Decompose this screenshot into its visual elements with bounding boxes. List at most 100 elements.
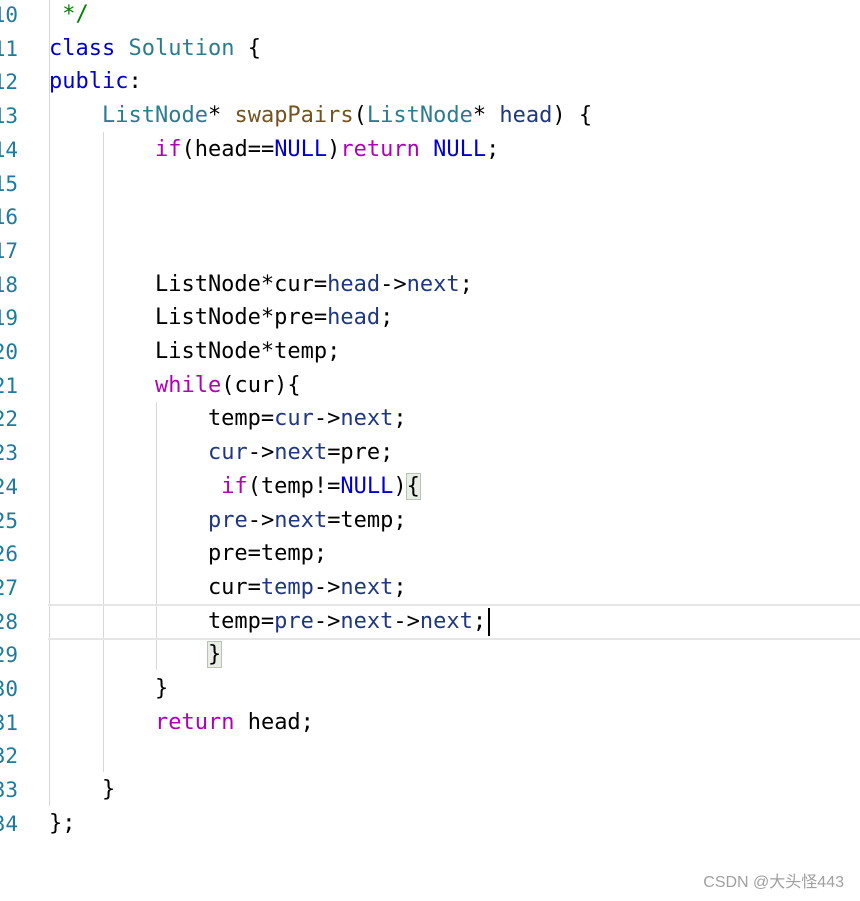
code-token: next xyxy=(274,440,328,466)
line-code[interactable]: pre=temp; xyxy=(49,537,327,571)
code-token: temp xyxy=(260,574,314,600)
code-token: }; xyxy=(49,810,76,836)
line-code[interactable]: class Solution { xyxy=(49,32,261,66)
code-token: * xyxy=(207,103,235,129)
line-code[interactable]: temp=cur->next; xyxy=(49,402,407,436)
code-token: ListNode xyxy=(366,103,473,129)
line-code[interactable]: ListNode*temp; xyxy=(49,335,340,369)
code-token: -> xyxy=(313,406,341,432)
code-token: NULL xyxy=(274,136,328,162)
code-token: -> xyxy=(247,507,275,533)
line-code[interactable]: temp=pre->next->next; xyxy=(49,605,491,639)
line-code[interactable]: return head; xyxy=(49,706,314,740)
line-code[interactable]: */ xyxy=(49,0,89,32)
code-token: ListNode*cur= xyxy=(49,271,328,297)
line-number: 10 xyxy=(0,3,18,27)
text-cursor xyxy=(488,607,491,636)
code-line[interactable]: 21 while(cur){ xyxy=(0,369,860,403)
code-line[interactable]: 27 cur=temp->next; xyxy=(0,571,860,605)
code-token: } xyxy=(49,777,116,803)
line-code[interactable]: ListNode*pre=head; xyxy=(49,301,393,335)
code-token: head xyxy=(327,305,381,331)
code-token: public xyxy=(49,69,129,95)
code-token: Solution xyxy=(128,35,235,61)
code-line[interactable]: 28 temp=pre->next->next; xyxy=(0,603,860,640)
line-code[interactable]: pre->next=temp; xyxy=(49,504,407,538)
code-line[interactable]: 15 xyxy=(0,167,860,201)
code-token: ListNode*pre= xyxy=(49,305,328,331)
line-code[interactable]: ListNode*cur=head->next; xyxy=(49,268,473,302)
code-token: ; xyxy=(472,608,487,634)
line-number: 19 xyxy=(0,306,18,331)
line-number: 27 xyxy=(0,575,18,600)
code-line[interactable]: 13 ListNode* swapPairs(ListNode* head) { xyxy=(0,99,860,133)
line-number: 16 xyxy=(0,205,18,230)
line-code[interactable]: if(temp!=NULL){ xyxy=(49,470,421,504)
code-token: -> xyxy=(247,440,275,466)
code-line[interactable]: 20 ListNode*temp; xyxy=(0,335,860,369)
code-line[interactable]: 30 } xyxy=(0,672,860,706)
code-line[interactable]: 24 if(temp!=NULL){ xyxy=(0,470,860,504)
line-code[interactable]: ListNode* swapPairs(ListNode* head) { xyxy=(49,99,592,133)
line-code[interactable]: cur=temp->next; xyxy=(49,571,407,605)
line-number: 22 xyxy=(0,407,18,432)
code-line[interactable]: 16 xyxy=(0,200,860,234)
code-line[interactable]: 11 class Solution { xyxy=(0,32,860,66)
code-token: pre xyxy=(274,608,314,634)
line-number: 24 xyxy=(0,474,18,499)
line-number: 15 xyxy=(0,171,18,196)
line-code[interactable]: }; xyxy=(49,807,76,841)
line-number: 17 xyxy=(0,238,18,263)
code-line[interactable]: 12 public: xyxy=(0,65,860,99)
code-line[interactable]: 18 ListNode*cur=head->next; xyxy=(0,268,860,302)
code-token: head xyxy=(499,103,553,129)
code-line[interactable]: 17 xyxy=(0,234,860,268)
code-line[interactable]: 33 } xyxy=(0,773,860,807)
code-token: temp= xyxy=(49,608,275,634)
code-line[interactable]: 32 xyxy=(0,739,860,773)
code-line[interactable]: 26 pre=temp; xyxy=(0,537,860,571)
line-number: 11 xyxy=(0,36,18,61)
code-line[interactable]: 34}; xyxy=(0,807,860,841)
code-line[interactable]: 23 cur->next=pre; xyxy=(0,436,860,470)
code-line[interactable]: 19 ListNode*pre=head; xyxy=(0,301,860,335)
line-code[interactable]: } xyxy=(49,638,223,672)
code-token: (temp!= xyxy=(247,473,341,499)
line-number: 23 xyxy=(0,441,18,466)
code-token: ) xyxy=(393,473,407,499)
line-code[interactable]: cur->next=pre; xyxy=(49,436,393,470)
code-line[interactable]: 31 return head; xyxy=(0,706,860,740)
line-code[interactable]: public: xyxy=(49,65,142,99)
bracket-match-highlight: } xyxy=(206,641,223,669)
line-number: 29 xyxy=(0,643,18,668)
line-number: 25 xyxy=(0,508,18,533)
code-line[interactable]: 10 */ xyxy=(0,0,860,32)
line-code[interactable]: } xyxy=(49,773,115,807)
code-editor[interactable]: 10 */ 11 class Solution {12public: 13 ListN… xyxy=(0,0,860,860)
code-token: =temp; xyxy=(327,507,407,533)
line-code[interactable]: if(head==NULL)return NULL; xyxy=(49,133,499,167)
line-code[interactable]: while(cur){ xyxy=(49,369,301,403)
code-line[interactable]: 25 pre->next=temp; xyxy=(0,504,860,538)
line-number: 20 xyxy=(0,340,18,364)
code-token: : xyxy=(128,69,142,95)
code-token: ListNode*temp; xyxy=(49,339,341,364)
line-code[interactable]: } xyxy=(49,672,168,706)
line-number: 32 xyxy=(0,744,18,769)
code-token: -> xyxy=(313,574,341,600)
code-token: =pre; xyxy=(327,440,394,466)
code-line[interactable]: 29 } xyxy=(0,638,860,672)
code-line[interactable]: 22 temp=cur->next; xyxy=(0,402,860,436)
code-line[interactable]: 14 if(head==NULL)return NULL; xyxy=(0,133,860,167)
code-token: cur= xyxy=(49,574,261,600)
code-token: NULL xyxy=(340,473,394,499)
code-token: { xyxy=(234,35,261,61)
bracket-match-highlight: { xyxy=(405,472,421,500)
code-token: (head== xyxy=(181,136,275,162)
line-number: 13 xyxy=(0,104,18,129)
